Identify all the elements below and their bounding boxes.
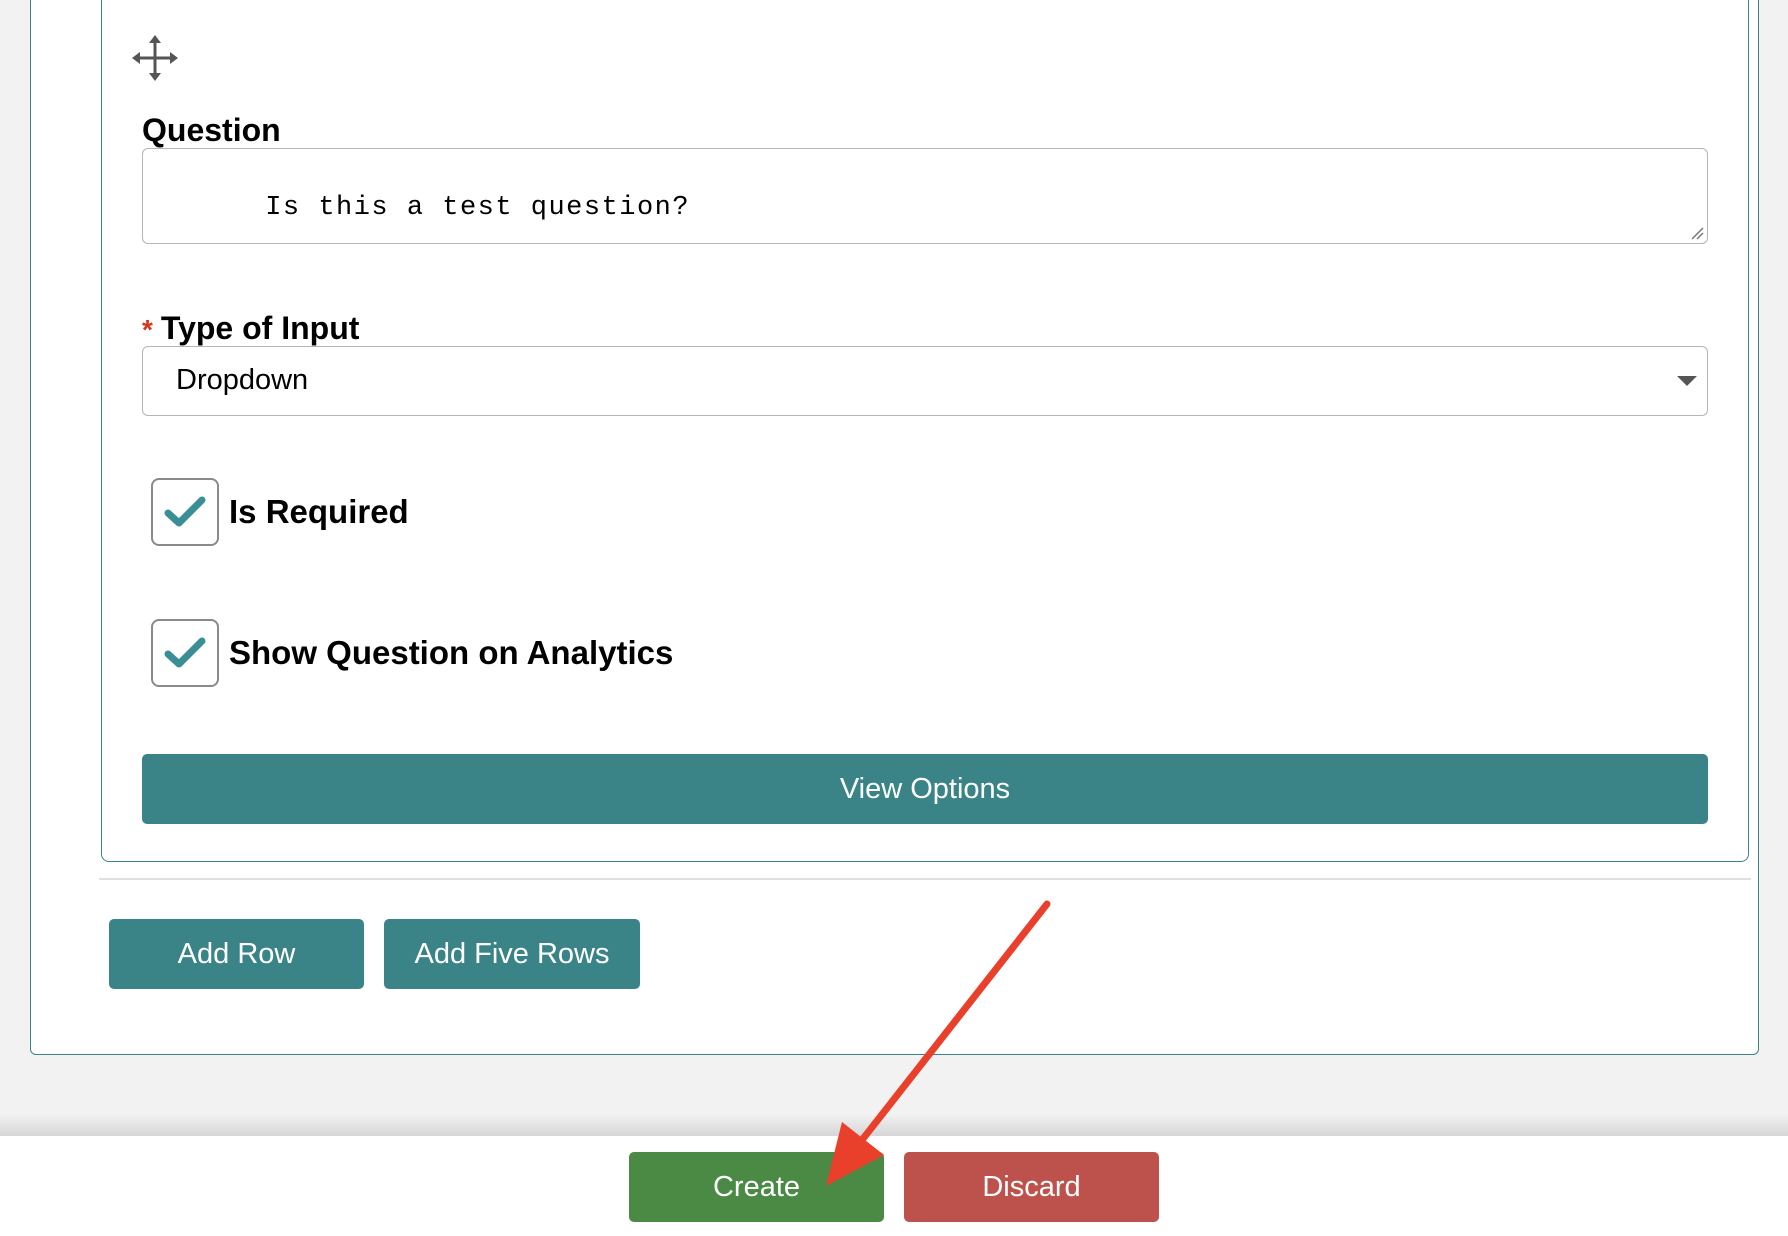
question-text: Is this a test question? xyxy=(265,193,691,223)
add-five-rows-button[interactable]: Add Five Rows xyxy=(384,919,640,989)
add-row-button[interactable]: Add Row xyxy=(109,919,364,989)
required-asterisk: * xyxy=(142,314,153,345)
type-of-input-text: Type of Input xyxy=(160,310,360,346)
resize-grip-icon[interactable] xyxy=(1688,224,1704,240)
is-required-row: Is Required xyxy=(151,477,409,547)
form-container: Question Is this a test question? * Type … xyxy=(30,0,1759,1055)
footer-bar xyxy=(0,1136,1788,1236)
chevron-down-icon xyxy=(1677,376,1697,386)
discard-button[interactable]: Discard xyxy=(904,1152,1159,1222)
show-on-analytics-label: Show Question on Analytics xyxy=(229,634,674,671)
move-arrows-icon[interactable] xyxy=(132,35,178,81)
question-card: Question Is this a test question? * Type … xyxy=(101,0,1749,862)
question-textarea[interactable]: Is this a test question? xyxy=(142,148,1708,244)
show-on-analytics-row: Show Question on Analytics xyxy=(151,618,673,688)
checkmark-icon xyxy=(164,496,206,527)
is-required-label: Is Required xyxy=(229,493,409,530)
question-label: Question xyxy=(142,112,281,148)
divider xyxy=(99,878,1751,880)
create-button[interactable]: Create xyxy=(629,1152,884,1222)
type-of-input-select[interactable]: Dropdown xyxy=(142,346,1708,416)
is-required-checkbox[interactable] xyxy=(151,478,219,546)
type-of-input-label: * Type of Input xyxy=(142,308,359,350)
checkmark-icon xyxy=(164,637,206,668)
show-on-analytics-checkbox[interactable] xyxy=(151,619,219,687)
view-options-button[interactable]: View Options xyxy=(142,754,1708,824)
footer-shadow xyxy=(0,1114,1788,1136)
type-of-input-value: Dropdown xyxy=(176,364,309,396)
